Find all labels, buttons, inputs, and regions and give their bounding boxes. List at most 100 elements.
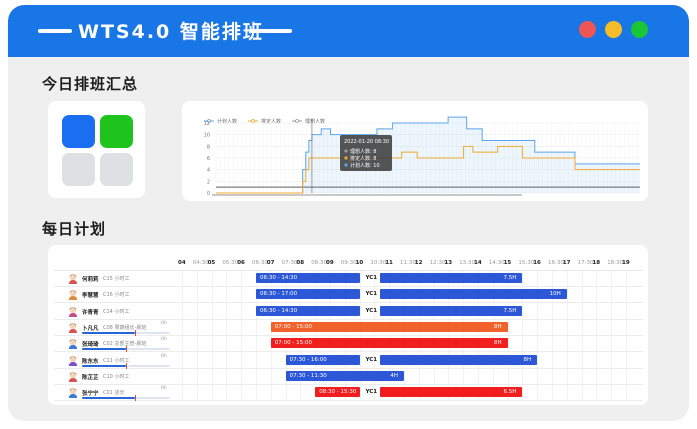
- shift-bar[interactable]: 08:30 - 15:30: [315, 387, 360, 398]
- y-tick-label: 8: [207, 144, 210, 150]
- time-tick-label: 13: [444, 260, 453, 266]
- app-title: WTS4.0 智能排班: [78, 21, 264, 43]
- employee-role: C15 小时工: [103, 276, 130, 282]
- tooltip-marker: [344, 163, 348, 167]
- shift-bar[interactable]: 07:00 - 15:00 8H: [270, 338, 508, 349]
- employee-avatar-icon: [69, 273, 77, 284]
- gantt-row[interactable]: 陈东东 C11 小时工 0h 07:30 - 16:00 8H YC1: [54, 353, 643, 369]
- gantt-row[interactable]: 何莉莉 C15 小时工 06:30 - 14:30 7.5H YC1: [54, 271, 643, 287]
- employee-name: 卜凡凡: [82, 325, 99, 332]
- title-decoration-right: [250, 29, 292, 33]
- legend-marker: [295, 119, 299, 123]
- staffing-line-chart[interactable]: 计划人数 排定人数 理想人数0246810122022-01-20 08:30理想人…: [182, 101, 648, 201]
- break-marker: YC1: [365, 356, 378, 363]
- shift-duration: 8H: [493, 340, 502, 347]
- daily-gantt-card: 04 04:30 05 05:30 06 06:30 07 07:30 08 08:30 09 09:…: [48, 245, 648, 405]
- summary-tile-green[interactable]: [100, 115, 133, 148]
- maximize-dot-button[interactable]: [631, 21, 648, 38]
- time-tick-label: 06:30: [252, 260, 268, 266]
- employee-hours: 0h: [161, 386, 167, 392]
- shift-bar[interactable]: 8H: [380, 354, 538, 365]
- shift-bar[interactable]: 7.5H: [380, 273, 523, 283]
- employee-avatar-icon: [69, 387, 77, 399]
- time-tick-label: 09:30: [340, 260, 357, 266]
- y-tick-label: 0: [207, 191, 210, 197]
- gantt-row[interactable]: 卜凡凡 C08 果蔬组长-晨班 0h 07:00 - 15:00 8H: [54, 320, 643, 336]
- tooltip-marker: [344, 156, 348, 160]
- time-tick-label: 12:30: [429, 260, 446, 266]
- employee-role: C01 店长: [103, 390, 125, 397]
- time-tick-label: 06: [237, 260, 245, 266]
- shift-bar[interactable]: 06:30 - 14:30: [256, 273, 360, 283]
- time-tick-label: 18: [592, 260, 601, 266]
- summary-tile-blue[interactable]: [62, 115, 95, 148]
- shift-duration: 7.5H: [503, 275, 517, 281]
- shift-bar[interactable]: 06:30 - 17:00: [256, 289, 360, 300]
- summary-tile-gray[interactable]: [100, 153, 133, 186]
- shift-bar[interactable]: 6.5H: [380, 387, 523, 398]
- shift-bar[interactable]: 10H: [380, 289, 567, 300]
- close-dot-button[interactable]: [579, 21, 596, 38]
- time-axis-header: 04 04:30 05 05:30 06 06:30 07 07:30 08 08:30 09 09:…: [54, 251, 643, 271]
- employee-role: C02 总部主管-晨班: [103, 341, 147, 348]
- employee-role: C10 小时工: [103, 373, 130, 380]
- time-tick-label: 13:30: [459, 260, 476, 266]
- break-marker: YC1: [365, 389, 378, 396]
- employee-role: C14 小时工: [103, 308, 130, 315]
- time-tick-label: 17: [562, 260, 571, 266]
- shift-bar[interactable]: 07:00 - 15:00 8H: [270, 321, 508, 332]
- employee-progress-bar: [82, 395, 170, 401]
- time-tick-label: 11: [385, 260, 393, 266]
- shift-time: 06:30 - 14:30: [260, 275, 298, 281]
- gantt-row[interactable]: 陈芷芷 C10 小时工 07:30 - 11:30 4H: [54, 369, 643, 385]
- employee-name: 陈芷芷: [82, 374, 99, 381]
- shift-time: 07:30 - 16:00: [289, 356, 327, 363]
- employee-progress-bar: [82, 362, 170, 369]
- employee-avatar-icon: [69, 338, 77, 350]
- time-tick-label: 10:30: [370, 260, 387, 266]
- shift-bar[interactable]: 7.5H: [380, 305, 523, 316]
- gantt-row[interactable]: 张宁宁 C01 店长 0h 08:30 - 15:30 6.5H YC1: [54, 385, 643, 401]
- shift-bar[interactable]: 06:30 - 14:30: [256, 305, 360, 316]
- gantt-row[interactable]: 张琦琦 C02 总部主管-晨班 0h 07:00 - 15:00 8H: [54, 336, 643, 353]
- employee-avatar-icon: [69, 290, 77, 301]
- shift-duration: 8H: [493, 323, 502, 330]
- row-divider: [54, 400, 643, 401]
- shift-bar[interactable]: 07:30 - 16:00: [285, 354, 360, 365]
- time-tick-label: 15:30: [518, 260, 535, 266]
- gantt-row[interactable]: 李慧慧 C16 小时工 06:30 - 17:00 10H YC1: [54, 287, 643, 304]
- minimize-dot-button[interactable]: [605, 21, 622, 38]
- shift-time: 07:00 - 15:00: [274, 340, 312, 347]
- y-tick-label: 10: [204, 133, 210, 139]
- employee-progress-bar: [82, 346, 170, 353]
- y-tick-label: 4: [207, 168, 210, 174]
- shift-time: 07:30 - 11:30: [289, 372, 327, 379]
- time-tick-label: 11:30: [400, 260, 416, 266]
- legend-label: 排定人数: [261, 118, 281, 125]
- shift-duration: 6.5H: [503, 389, 517, 396]
- shift-bar[interactable]: 07:30 - 11:30 4H: [285, 370, 404, 381]
- break-marker: YC1: [365, 291, 378, 298]
- summary-title: 今日排班汇总: [42, 75, 139, 93]
- employee-progress-bar: [82, 329, 170, 336]
- app-window: WTS4.0 智能排班 今日排班汇总 计划人数 排定人数 理想人数 0 2 4 6 8 10 12…: [8, 5, 689, 421]
- employee-avatar-icon: [69, 355, 77, 366]
- y-tick-label: 2: [207, 179, 210, 185]
- employee-name: 许青青: [82, 309, 99, 316]
- summary-tile-gray[interactable]: [62, 153, 95, 186]
- daily-plan-title: 每日计划: [42, 220, 107, 238]
- employee-name: 张宁宁: [82, 391, 99, 398]
- shift-time: 07:00 - 15:00: [274, 323, 312, 330]
- legend-marker: [251, 119, 255, 123]
- employee-hours: 0h: [161, 320, 167, 326]
- gantt-row[interactable]: 许青青 C14 小时工 06:30 - 14:30 7.5H YC1: [54, 304, 643, 320]
- time-tick-label: 04: [178, 260, 186, 266]
- tooltip-marker: [344, 149, 348, 153]
- y-tick-label: 6: [207, 156, 210, 162]
- tooltip-time: 2022-01-20 08:30: [344, 139, 389, 145]
- shift-time: 08:30 - 15:30: [319, 389, 357, 396]
- shift-time: 06:30 - 17:00: [260, 291, 298, 298]
- shift-duration: 7.5H: [503, 307, 517, 314]
- time-tick-label: 12: [414, 260, 423, 266]
- employee-avatar-icon: [69, 306, 77, 317]
